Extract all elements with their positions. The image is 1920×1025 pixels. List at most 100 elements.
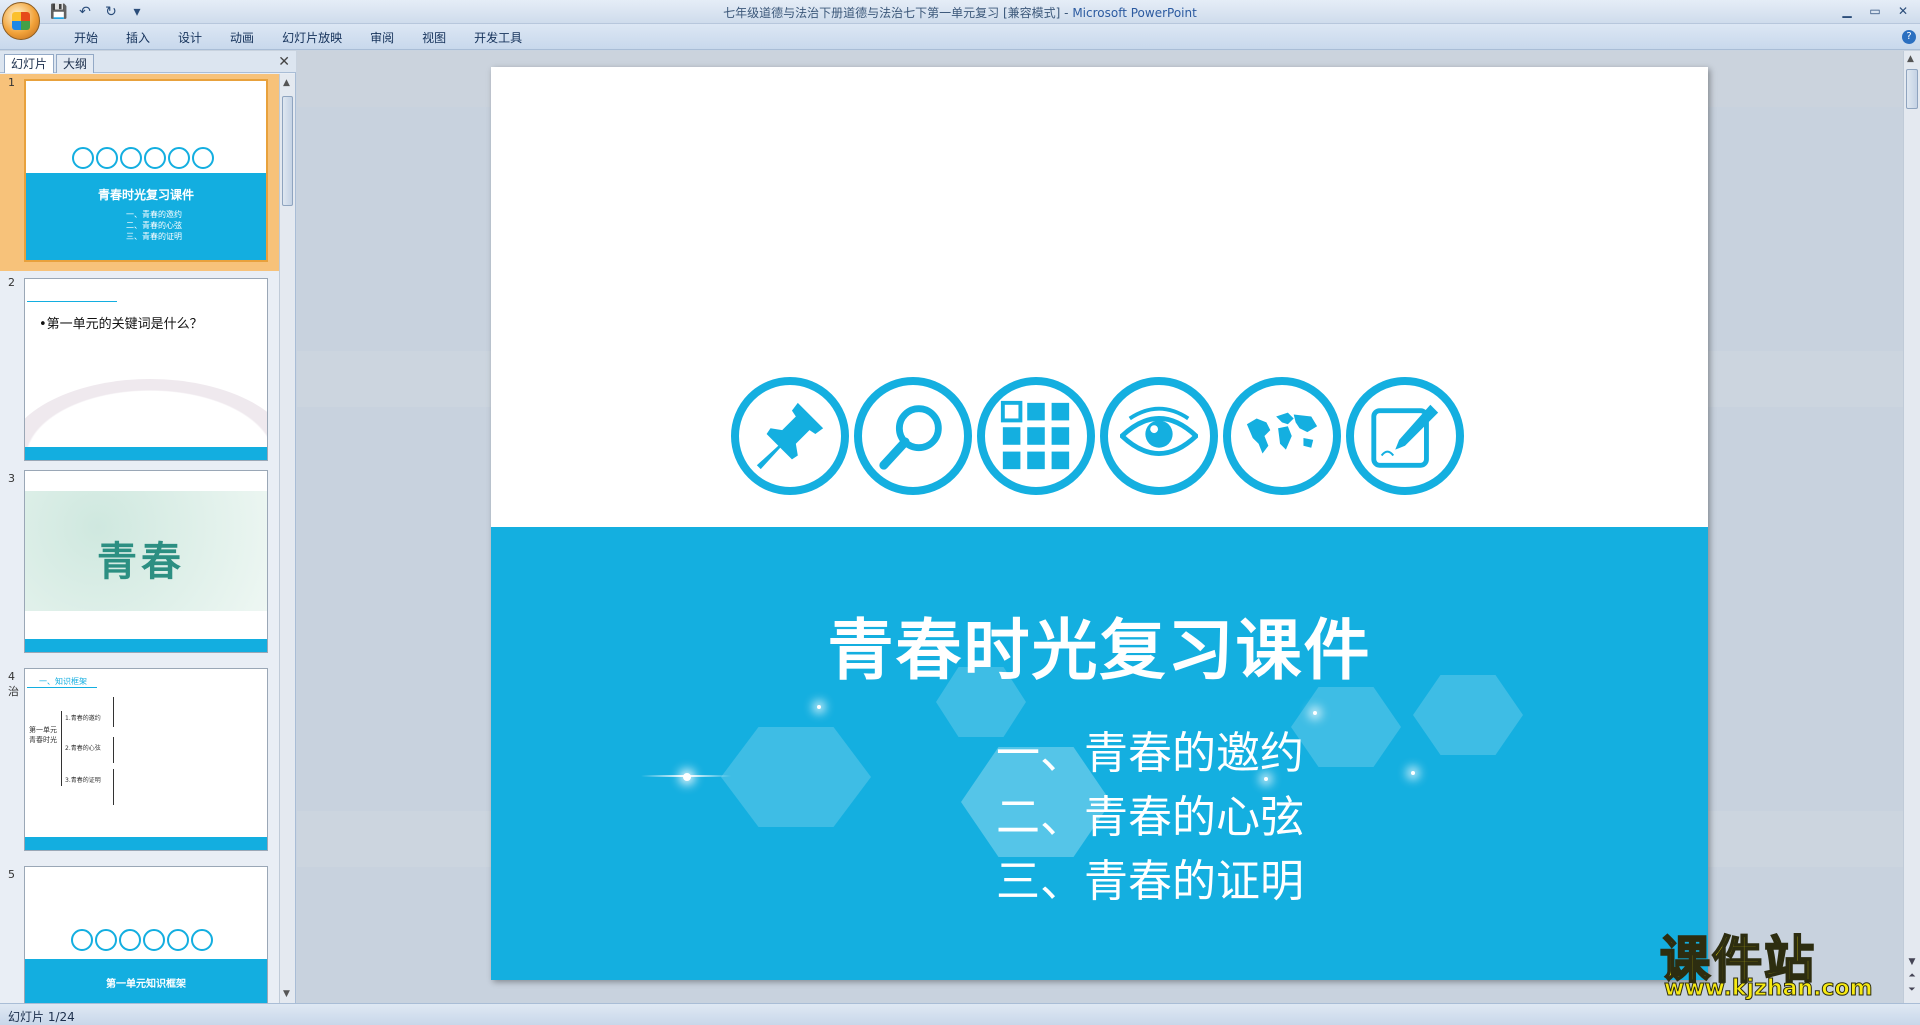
slide-list-item: 三、青春的证明 [996,856,1304,907]
thumbnails-scrollbar[interactable]: ▲ ▼ [279,74,295,1003]
office-logo-icon [12,12,30,30]
panel-tabs: 幻灯片 大纲 ✕ [0,51,296,73]
world-map-icon [167,929,189,951]
ribbon: 开始 插入 设计 动画 幻灯片放映 审阅 视图 开发工具 ? [0,24,1920,50]
thumbnail-side-text: 治 [8,685,19,698]
close-panel-icon[interactable]: ✕ [278,54,290,70]
tab-view[interactable]: 视图 [408,29,460,47]
office-button[interactable] [2,2,40,40]
edit-icon [192,147,214,169]
scrollbar-thumb[interactable] [282,96,293,206]
tab-slides[interactable]: 幻灯片 [4,54,55,73]
window-controls: ▁ ▭ ✕ [1834,2,1916,20]
minimize-icon[interactable]: ▁ [1834,2,1860,20]
thumbnail-number-text: 4 [8,670,15,683]
thumbnail-accent-line [27,301,117,302]
thumbnail-row-5[interactable]: 5 第一单元知识框架 [0,866,280,1003]
thumbnail-row-2[interactable]: 2 •第一单元的关键词是什么？ [0,274,280,466]
pushpin-icon [731,377,849,495]
status-bar: 幻灯片 1/24 [0,1003,1920,1025]
decor-sparkle [683,773,691,781]
mindmap-connector [113,737,114,763]
tab-slideshow[interactable]: 幻灯片放映 [268,29,356,47]
slide-content-list[interactable]: 一、青春的邀约 二、青春的心弦 三、青春的证明 [996,722,1304,914]
thumbnail-item: 一、青春的邀约 [126,210,182,219]
tab-design[interactable]: 设计 [164,29,216,47]
window-title: 七年级道德与法治下册道德与法治七下第一单元复习 [兼容模式] - Microso… [0,4,1920,21]
decor-sparkle [1411,771,1415,775]
tab-outline[interactable]: 大纲 [56,54,95,73]
mindmap-root: 第一单元 青春时光 [29,726,57,744]
slide-thumbnail-5[interactable]: 第一单元知识框架 [24,866,268,1003]
edit-icon [1346,377,1464,495]
thumbnail-row-4[interactable]: 4治 一、知识框架 第一单元 青春时光 1.青春的邀约 2.青春的心弦 3.青春… [0,668,280,860]
next-slide-icon[interactable]: ⏷ [1906,983,1918,997]
thumbnail-header: 一、知识框架 [39,677,87,686]
ribbon-tabs: 开始 插入 设计 动画 幻灯片放映 审阅 视图 开发工具 [60,29,536,47]
thumbnail-number: 2 [8,276,15,289]
slide-title[interactable]: 青春时光复习课件 [491,597,1708,693]
tab-insert[interactable]: 插入 [112,29,164,47]
thumbnail-item: 三、青春的证明 [126,232,182,241]
thumbnail-number: 4治 [8,670,19,699]
slide-icons-row [731,377,1464,495]
grid-icon [120,147,142,169]
scrollbar-thumb[interactable] [1906,69,1918,109]
previous-slide-icon[interactable]: ⏶ [1906,969,1918,983]
decor-sparkle [817,705,821,709]
close-window-icon[interactable]: ✕ [1890,2,1916,20]
tab-home[interactable]: 开始 [60,29,112,47]
watermark-url: www.kjzhan.com [1664,976,1874,1002]
maximize-icon[interactable]: ▭ [1862,2,1888,20]
thumbnail-row-1[interactable]: 1 青春时光复习课件 一、青春的邀约 二、青春的心弦 三、青春的证明 [0,74,280,271]
current-slide[interactable]: 青春时光复习课件 一、青春的邀约 二、青春的心弦 三、青春的证明 [491,67,1708,980]
magnifier-icon [95,929,117,951]
thumbnail-title: 青春时光复习课件 [97,188,194,202]
scroll-up-icon[interactable]: ▲ [283,78,290,88]
decor-hexagon [1291,687,1401,767]
eye-icon [144,147,166,169]
app-name: Microsoft PowerPoint [1072,6,1197,20]
world-map-icon [1223,377,1341,495]
thumbnail-number: 1 [8,76,15,89]
slide-thumbnail-4[interactable]: 一、知识框架 第一单元 青春时光 1.青春的邀约 2.青春的心弦 3.青春的证明 [24,668,268,851]
mindmap-connector [61,711,62,786]
help-icon[interactable]: ? [1902,30,1916,44]
slide-indicator: 幻灯片 1/24 [8,1010,75,1024]
thumbnail-number: 3 [8,472,15,485]
tab-animation[interactable]: 动画 [216,29,268,47]
thumbnail-band [25,639,267,652]
pushpin-icon [71,929,93,951]
thumbnail-number: 5 [8,868,15,881]
thumbnail-row-3[interactable]: 3 青春 [0,470,280,662]
mindmap-branch: 3.青春的证明 [65,777,101,784]
thumbnail-icons [72,147,214,169]
tab-developer[interactable]: 开发工具 [460,29,536,47]
scroll-down-icon[interactable]: ▼ [283,989,290,999]
slide-thumbnail-3[interactable]: 青春 [24,470,268,653]
slide-thumbnail-1[interactable]: 青春时光复习课件 一、青春的邀约 二、青春的心弦 三、青春的证明 [24,79,268,262]
thumbnail-band [25,837,267,850]
page-navigation-buttons: ▼ ⏶ ⏷ [1906,955,1918,997]
editor-scrollbar[interactable]: ▲ ▼ ⏶ ⏷ [1903,51,1920,1003]
scroll-down-icon[interactable]: ▼ [1906,955,1918,969]
document-title: 七年级道德与法治下册道德与法治七下第一单元复习 [兼容模式] - [723,6,1073,20]
mindmap-connector [113,697,114,727]
scroll-up-icon[interactable]: ▲ [1907,54,1914,64]
eye-icon [143,929,165,951]
magnifier-icon [96,147,118,169]
thumbnail-item: 二、青春的心弦 [126,221,182,230]
thumbnail-band [25,447,267,460]
slides-panel: 幻灯片 大纲 ✕ 1 青春时光复习课件 一、青春的邀约 二、青春的心弦 三、青春… [0,51,296,1003]
decor-sparkle [1313,711,1317,715]
slide-thumbnail-2[interactable]: •第一单元的关键词是什么？ [24,278,268,461]
world-map-icon [168,147,190,169]
eye-icon [1100,377,1218,495]
tab-review[interactable]: 审阅 [356,29,408,47]
thumbnail-items: 一、青春的邀约 二、青春的心弦 三、青春的证明 [126,209,182,242]
mindmap-branch: 2.青春的心弦 [65,745,101,752]
slide-list-item: 二、青春的心弦 [996,792,1304,843]
decor-hexagon [721,727,871,827]
grid-icon [977,377,1095,495]
edit-icon [191,929,213,951]
